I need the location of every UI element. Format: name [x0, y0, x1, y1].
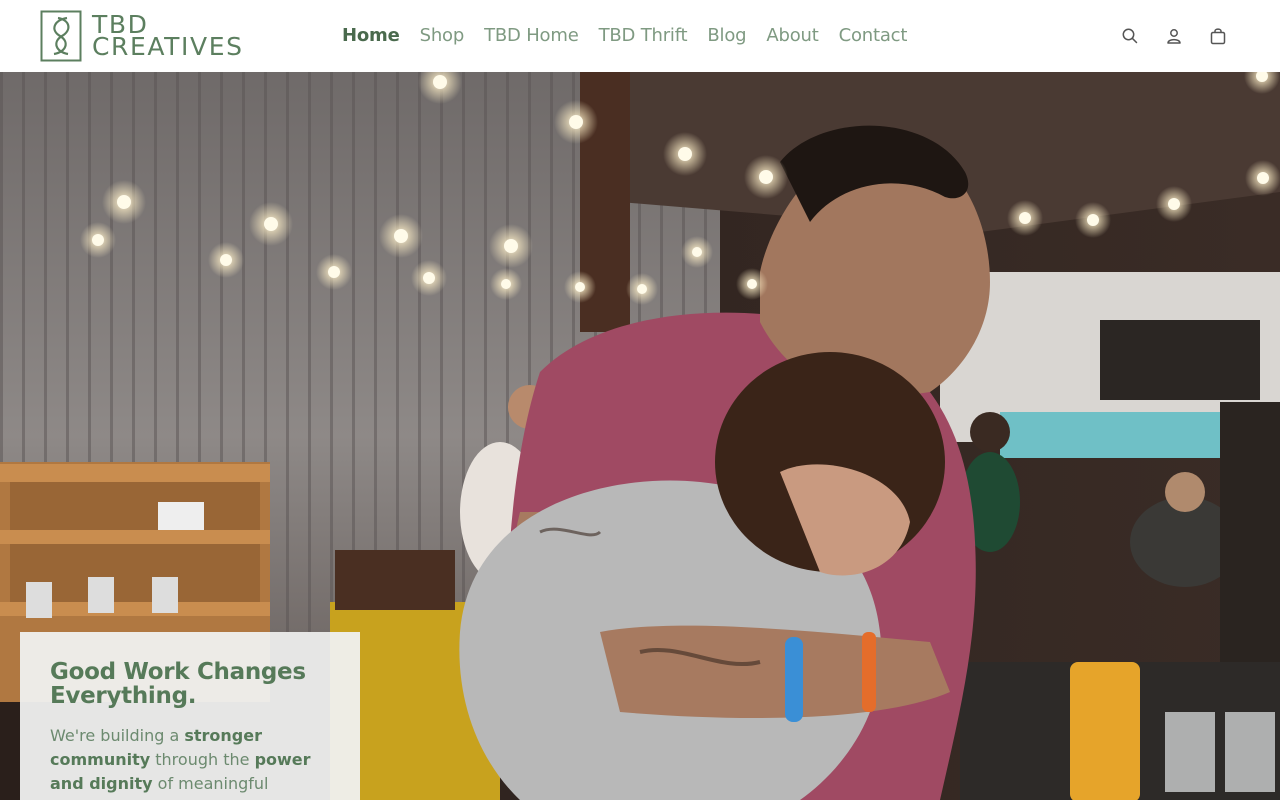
account-icon[interactable]: [1164, 26, 1184, 46]
nav-tbd-thrift[interactable]: TBD Thrift: [599, 24, 688, 48]
hero-section: Good Work Changes Everything. We're buil…: [0, 72, 1280, 800]
nav-home[interactable]: Home: [342, 24, 400, 48]
nav-about[interactable]: About: [766, 24, 818, 48]
hero-body-part-1: We're building a: [50, 726, 185, 745]
main-nav: Home Shop TBD Home TBD Thrift Blog About…: [342, 24, 927, 48]
logo-line-2: CREATIVES: [92, 32, 244, 61]
cart-icon[interactable]: [1208, 26, 1228, 46]
hero-card: Good Work Changes Everything. We're buil…: [20, 632, 360, 800]
hero-body-part-2: through the: [150, 750, 255, 769]
nav-shop[interactable]: Shop: [420, 24, 465, 48]
site-header: TBD CREATIVES Home Shop TBD Home TBD Thr…: [0, 0, 1280, 72]
hero-body-part-3: of meaningful: [152, 774, 269, 793]
nav-tbd-home[interactable]: TBD Home: [484, 24, 579, 48]
header-icons: [1120, 26, 1228, 46]
logo-text: TBD CREATIVES: [92, 12, 244, 61]
logo[interactable]: TBD CREATIVES: [40, 10, 244, 62]
nav-blog[interactable]: Blog: [707, 24, 746, 48]
nav-contact[interactable]: Contact: [839, 24, 908, 48]
logo-mark-icon: [40, 10, 82, 62]
hero-title: Good Work Changes Everything.: [50, 659, 306, 709]
hero-description: We're building a stronger community thro…: [50, 724, 330, 796]
search-icon[interactable]: [1120, 26, 1140, 46]
